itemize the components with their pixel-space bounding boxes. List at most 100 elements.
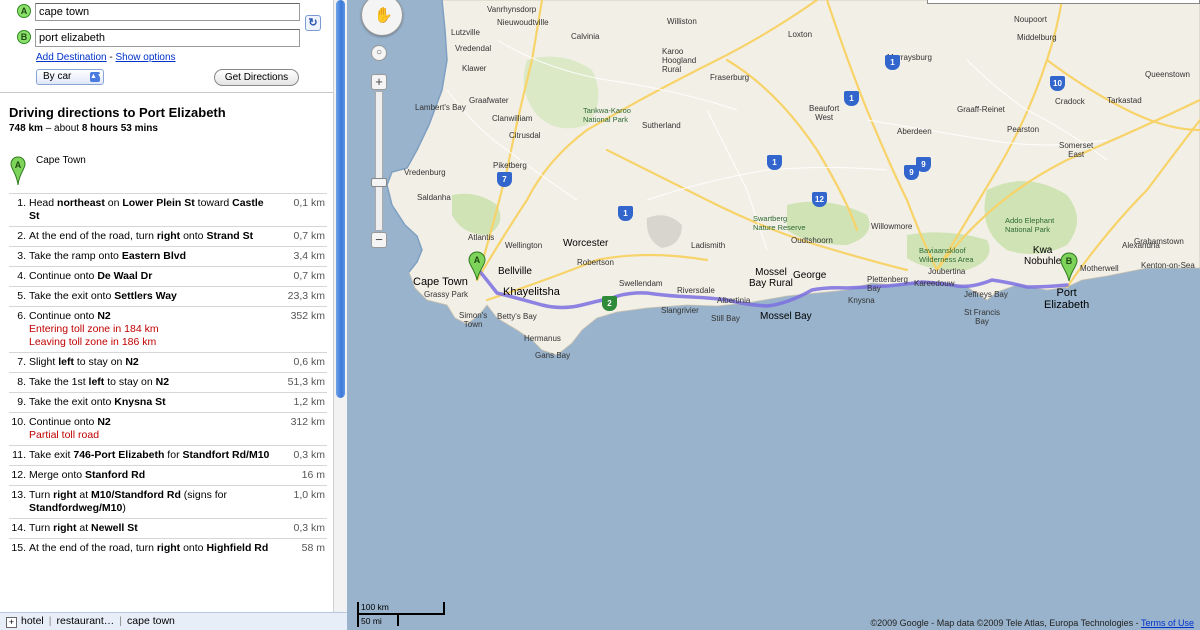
step-instruction: At the end of the road, turn right onto … bbox=[29, 230, 254, 242]
direction-step[interactable]: 9. Take the exit onto Knysna St 1,2 km bbox=[9, 392, 327, 412]
direction-step[interactable]: 7. Slight left to stay on N2 0,6 km bbox=[9, 352, 327, 372]
scale-bar: 100 km 50 mi bbox=[357, 602, 447, 627]
map-label: Mossel Bay Rural bbox=[749, 267, 793, 289]
step-distance: 16 m bbox=[301, 469, 325, 481]
map-label: Graafwater bbox=[469, 96, 509, 105]
step-distance: 0,7 km bbox=[293, 230, 325, 242]
map-label: Oudtshoorn bbox=[791, 236, 833, 245]
travel-mode-select[interactable]: By car ▲▼ bbox=[36, 69, 104, 85]
map-label: Vanrhynsdorp bbox=[487, 5, 537, 14]
scale-tick bbox=[397, 614, 399, 626]
map-label: Ladismith bbox=[691, 241, 726, 250]
step-distance: 23,3 km bbox=[287, 290, 325, 302]
step-instruction: Take the exit onto Settlers Way bbox=[29, 290, 177, 302]
form-links: Add Destination - Show options bbox=[36, 52, 176, 63]
step-instruction: Continue onto De Waal Dr bbox=[29, 270, 153, 282]
links-separator: - bbox=[109, 52, 113, 63]
map-canvas[interactable]: Vredendal Klawer Lutzville Vanrhynsdorp … bbox=[347, 0, 1200, 630]
step-number: 2. bbox=[17, 230, 26, 242]
map-label: Lambert's Bay bbox=[415, 103, 466, 112]
history-item-hotel[interactable]: hotel bbox=[21, 615, 44, 627]
step-number: 9. bbox=[17, 396, 26, 408]
step-instruction: Take the 1st left to stay on N2 bbox=[29, 376, 170, 388]
add-destination-link[interactable]: Add Destination bbox=[36, 52, 107, 63]
map-label: Calvinia bbox=[571, 32, 600, 41]
marker-a-pin-icon[interactable]: A bbox=[468, 251, 486, 281]
direction-step[interactable]: 10. Continue onto N2 Partial toll road 312 … bbox=[9, 412, 327, 445]
map-label: Gans Bay bbox=[535, 351, 571, 360]
highway-shield-icon: 1 bbox=[885, 55, 900, 70]
map-label: Alexandria bbox=[1122, 241, 1160, 250]
direction-step[interactable]: 2. At the end of the road, turn right ont… bbox=[9, 226, 327, 246]
history-item-restaurant[interactable]: restaurant… bbox=[57, 615, 115, 627]
terms-of-use-link[interactable]: Terms of Use bbox=[1141, 618, 1194, 628]
direction-step[interactable]: 1. Head northeast on Lower Plein St towar… bbox=[9, 193, 327, 226]
map-type-bar[interactable] bbox=[927, 0, 1200, 4]
zoom-slider-thumb[interactable] bbox=[371, 178, 387, 187]
highway-shield-icon: 1 bbox=[618, 206, 633, 221]
highway-shield-icon: 10 bbox=[1050, 76, 1065, 91]
zoom-slider-track[interactable] bbox=[375, 91, 383, 231]
direction-step[interactable]: 11. Take exit 746-Port Elizabeth for Stan… bbox=[9, 445, 327, 465]
map-label: Karoo Hoogland Rural bbox=[662, 47, 697, 74]
map-label: Tankwa-Karoo National Park bbox=[583, 106, 631, 124]
map-label: Noupoort bbox=[1014, 15, 1047, 24]
direction-step[interactable]: 12. Merge onto Stanford Rd 16 m bbox=[9, 465, 327, 485]
step-number: 13. bbox=[11, 489, 26, 501]
reverse-directions-button[interactable]: ↻ bbox=[305, 15, 321, 31]
map-label: Khayelitsha bbox=[503, 286, 560, 298]
zoom-reset-button[interactable]: ○ bbox=[371, 45, 387, 61]
scrollbar-thumb[interactable] bbox=[336, 0, 345, 398]
marker-a-icon: A bbox=[17, 4, 31, 18]
step-distance: 58 m bbox=[301, 542, 325, 554]
history-separator: | bbox=[48, 615, 52, 627]
step-distance: 0,7 km bbox=[293, 270, 325, 282]
total-distance: 748 km bbox=[9, 123, 43, 134]
step-instruction: Take exit 746-Port Elizabeth for Standfo… bbox=[29, 449, 270, 461]
zoom-in-button[interactable]: + bbox=[371, 74, 387, 90]
direction-step[interactable]: 13. Turn right at M10/Standford Rd (signs… bbox=[9, 485, 327, 518]
directions-title: Driving directions to Port Elizabeth bbox=[9, 105, 226, 120]
step-instruction: Take the ramp onto Eastern Blvd bbox=[29, 250, 187, 262]
origin-input[interactable] bbox=[35, 3, 300, 21]
map-label: Tarkastad bbox=[1107, 96, 1142, 105]
expand-icon[interactable]: + bbox=[6, 617, 17, 628]
map-label: Atlantis bbox=[468, 233, 495, 242]
map-label: Port Elizabeth bbox=[1044, 287, 1090, 311]
map-label: Sutherland bbox=[642, 121, 681, 130]
direction-step[interactable]: 6. Continue onto N2 Entering toll zone in … bbox=[9, 306, 327, 352]
map-label: Willowmore bbox=[871, 222, 913, 231]
app-root: A B ↻ Add Destination - Show options By … bbox=[0, 0, 1200, 630]
get-directions-button[interactable]: Get Directions bbox=[214, 69, 299, 86]
destination-input[interactable] bbox=[35, 29, 300, 47]
direction-step[interactable]: 5. Take the exit onto Settlers Way 23,3 km bbox=[9, 286, 327, 306]
marker-a-letter: A bbox=[474, 255, 481, 265]
show-options-link[interactable]: Show options bbox=[116, 52, 176, 63]
direction-step[interactable]: 15. At the end of the road, turn right on… bbox=[9, 538, 327, 558]
start-marker-icon[interactable]: A bbox=[10, 156, 26, 186]
map-label: Kareedouw bbox=[914, 279, 955, 288]
step-distance: 312 km bbox=[290, 416, 325, 428]
direction-step[interactable]: 3. Take the ramp onto Eastern Blvd 3,4 km bbox=[9, 246, 327, 266]
marker-b-pin-icon[interactable]: B bbox=[1060, 252, 1078, 282]
map-label: George bbox=[793, 270, 827, 281]
step-instruction: At the end of the road, turn right onto … bbox=[29, 542, 269, 554]
step-instruction: Take the exit onto Knysna St bbox=[29, 396, 166, 408]
search-history-bar: + hotel | restaurant… | cape town bbox=[0, 612, 347, 630]
map-label: Somerset East bbox=[1059, 141, 1094, 159]
map-label: Albertinia bbox=[717, 296, 751, 305]
map-label: Addo Elephant National Park bbox=[1005, 216, 1055, 234]
map-label: Worcester bbox=[563, 238, 609, 249]
map-label: Williston bbox=[667, 17, 697, 26]
panel-scrollbar[interactable] bbox=[333, 0, 347, 612]
map-label: Klawer bbox=[462, 64, 487, 73]
highway-shield-icon: 12 bbox=[812, 192, 827, 207]
history-item-cape-town[interactable]: cape town bbox=[127, 615, 175, 627]
zoom-out-button[interactable]: − bbox=[371, 232, 387, 248]
direction-step[interactable]: 14. Turn right at Newell St 0,3 km bbox=[9, 518, 327, 538]
step-distance: 3,4 km bbox=[293, 250, 325, 262]
direction-step[interactable]: 8. Take the 1st left to stay on N2 51,3 km bbox=[9, 372, 327, 392]
step-instruction: Turn right at M10/Standford Rd (signs fo… bbox=[29, 489, 227, 514]
map-label: Graaff-Reinet bbox=[957, 105, 1005, 114]
direction-step[interactable]: 4. Continue onto De Waal Dr 0,7 km bbox=[9, 266, 327, 286]
